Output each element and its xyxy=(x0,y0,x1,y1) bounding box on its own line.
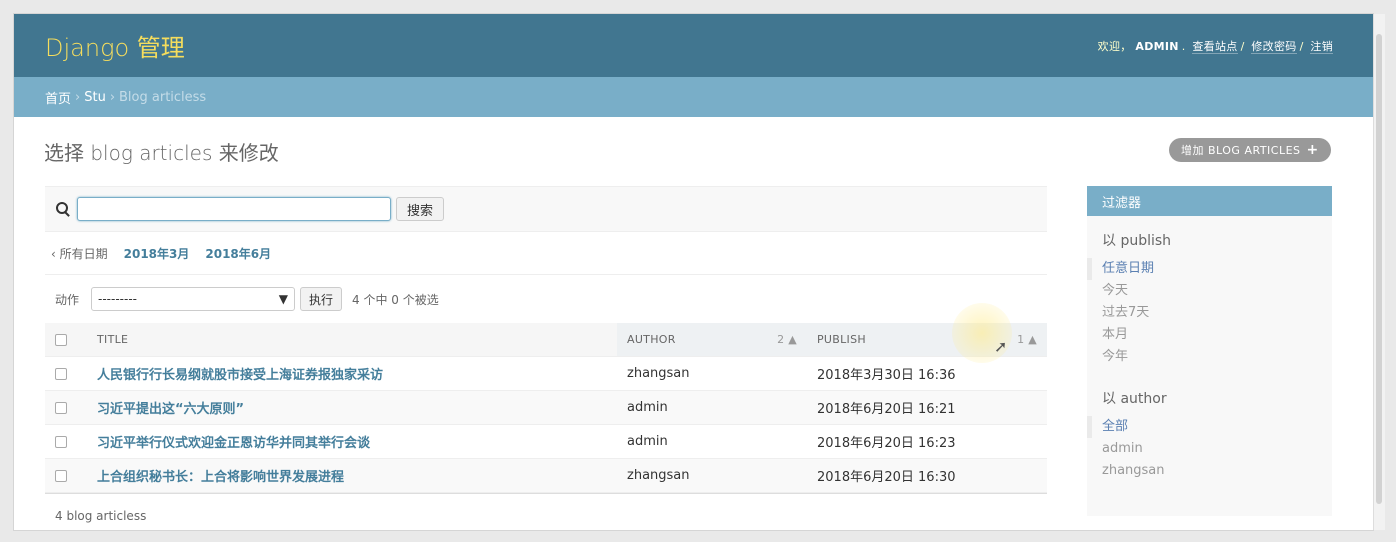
filter-option[interactable]: 今年 xyxy=(1102,346,1332,368)
title-cell: 上合组织秘书长：上合将影响世界发展进程 xyxy=(87,458,617,493)
action-select-value: --------- xyxy=(98,292,137,306)
add-button-label: 增加 BLOG ARTICLES xyxy=(1181,144,1301,157)
changelist: 搜索 ‹ 所有日期 2018年3月 2018年6月 动作 --------- ▼… xyxy=(45,186,1047,530)
page-title: 选择 blog articles 来修改 xyxy=(44,141,279,165)
table-row: 习近平提出这“六大原则” admin 2018年6月20日 16:21 xyxy=(45,390,1047,425)
date-link-2018-06[interactable]: 2018年6月 xyxy=(205,245,271,262)
column-publish-label: PUBLISH xyxy=(817,333,866,346)
filter-list-author: 全部 admin zhangsan xyxy=(1087,416,1332,488)
vertical-scrollbar[interactable] xyxy=(1373,14,1385,530)
welcome-text: 欢迎， xyxy=(1097,39,1132,53)
publish-sort-indicator[interactable]: 1 ▲ xyxy=(1017,333,1037,346)
action-counter: 4 个中 0 个被选 xyxy=(352,292,439,307)
column-title-label: TITLE xyxy=(97,333,129,346)
search-icon xyxy=(55,201,71,217)
filter-option[interactable]: 本月 xyxy=(1102,324,1332,346)
content-area: 选择 blog articles 来修改 增加 BLOG ARTICLES + … xyxy=(14,117,1373,530)
plus-icon: + xyxy=(1306,142,1319,158)
dropdown-arrow-icon: ▼ xyxy=(278,292,289,306)
row-checkbox[interactable] xyxy=(55,401,67,414)
actions-label: 动作 xyxy=(55,292,80,307)
filter-heading-author: 以 author xyxy=(1102,391,1167,407)
row-checkbox[interactable] xyxy=(55,469,67,482)
filter-heading-publish: 以 publish xyxy=(1102,233,1172,249)
select-all-header xyxy=(45,323,87,357)
row-checkbox-cell xyxy=(45,458,87,493)
title-cell: 习近平提出这“六大原则” xyxy=(87,390,617,425)
title-cell: 人民银行行长易纲就股市接受上海证券报独家采访 xyxy=(87,356,617,391)
breadcrumb: 首页 › Stu › Blog articless xyxy=(14,77,1373,117)
column-author-header[interactable]: AUTHOR 2 ▲ xyxy=(617,323,807,357)
filter-panel: 过滤器 以 publish 任意日期 今天 过去7天 本月 今年 以 autho… xyxy=(1087,186,1332,516)
filter-option[interactable]: zhangsan xyxy=(1102,460,1332,482)
article-link[interactable]: 上合组织秘书长：上合将影响世界发展进程 xyxy=(97,470,344,485)
table-row: 上合组织秘书长：上合将影响世界发展进程 zhangsan 2018年6月20日 … xyxy=(45,458,1047,493)
mouse-cursor-icon: ➚ xyxy=(994,337,1008,356)
admin-header: Django 管理 欢迎， ADMIN. 查看站点 / 修改密码 / 注销 xyxy=(14,14,1373,77)
row-checkbox[interactable] xyxy=(55,435,67,448)
table-row: 习近平举行仪式欢迎金正恩访华并同其举行会谈 admin 2018年6月20日 1… xyxy=(45,424,1047,459)
filter-option[interactable]: 任意日期 xyxy=(1087,258,1332,280)
publish-cell: 2018年6月20日 16:30 xyxy=(807,458,1047,493)
article-link[interactable]: 习近平提出这“六大原则” xyxy=(97,402,244,417)
date-hierarchy: ‹ 所有日期 2018年3月 2018年6月 xyxy=(45,232,1047,275)
search-input[interactable] xyxy=(77,197,391,221)
author-sort-indicator[interactable]: 2 ▲ xyxy=(777,333,797,346)
publish-cell: 2018年6月20日 16:23 xyxy=(807,424,1047,459)
username: ADMIN xyxy=(1135,39,1179,53)
author-cell: admin xyxy=(617,390,807,425)
logout-link[interactable]: 注销 xyxy=(1310,39,1333,54)
search-button[interactable]: 搜索 xyxy=(396,197,445,221)
publish-cell: 2018年6月20日 16:21 xyxy=(807,390,1047,425)
date-link-2018-03[interactable]: 2018年3月 xyxy=(124,245,190,262)
select-all-checkbox[interactable] xyxy=(55,334,67,346)
publish-cell: 2018年3月30日 16:36 xyxy=(807,356,1047,391)
add-article-button[interactable]: 增加 BLOG ARTICLES + xyxy=(1169,138,1331,162)
article-link[interactable]: 人民银行行长易纲就股市接受上海证券报独家采访 xyxy=(97,368,383,383)
filter-option[interactable]: 今天 xyxy=(1102,280,1332,302)
site-branding[interactable]: Django 管理 xyxy=(45,28,185,63)
title-cell: 习近平举行仪式欢迎金正恩访华并同其举行会谈 xyxy=(87,424,617,459)
view-site-link[interactable]: 查看站点 xyxy=(1192,39,1238,54)
author-cell: zhangsan xyxy=(617,458,807,493)
column-author-label: AUTHOR xyxy=(627,333,676,346)
actions-bar: 动作 --------- ▼ 执行 4 个中 0 个被选 xyxy=(45,275,1047,323)
action-select[interactable]: --------- ▼ xyxy=(91,287,296,311)
table-header-row: TITLE AUTHOR 2 ▲ PUBLISH 1 ▲ xyxy=(45,323,1047,357)
change-password-link[interactable]: 修改密码 xyxy=(1251,39,1297,54)
results-table: TITLE AUTHOR 2 ▲ PUBLISH 1 ▲ 人民银行行长易纲就股市… xyxy=(45,323,1047,493)
user-tools: 欢迎， ADMIN. 查看站点 / 修改密码 / 注销 xyxy=(1097,39,1333,54)
breadcrumb-separator: › xyxy=(109,89,116,105)
filter-list-publish: 任意日期 今天 过去7天 本月 今年 xyxy=(1087,258,1332,374)
row-checkbox[interactable] xyxy=(55,367,67,380)
date-all-link[interactable]: ‹ 所有日期 xyxy=(51,245,108,262)
filter-option[interactable]: 过去7天 xyxy=(1102,302,1332,324)
filter-option[interactable]: 全部 xyxy=(1087,416,1332,438)
article-link[interactable]: 习近平举行仪式欢迎金正恩访华并同其举行会谈 xyxy=(97,436,370,451)
breadcrumb-app[interactable]: Stu xyxy=(84,90,106,105)
column-title-header[interactable]: TITLE xyxy=(87,323,617,357)
breadcrumb-separator: › xyxy=(75,89,81,105)
filter-title: 过滤器 xyxy=(1087,186,1332,216)
author-cell: zhangsan xyxy=(617,356,807,391)
table-row: 人民银行行长易纲就股市接受上海证券报独家采访 zhangsan 2018年3月3… xyxy=(45,356,1047,391)
paginator: 4 blog articless xyxy=(45,493,1047,530)
action-go-button[interactable]: 执行 xyxy=(300,287,343,311)
row-checkbox-cell xyxy=(45,390,87,425)
row-checkbox-cell xyxy=(45,356,87,391)
breadcrumb-current: Blog articless xyxy=(119,89,207,105)
browser-viewport: Django 管理 欢迎， ADMIN. 查看站点 / 修改密码 / 注销 首页 ›… xyxy=(14,14,1373,530)
breadcrumb-home[interactable]: 首页 xyxy=(45,88,71,107)
scrollbar-thumb[interactable] xyxy=(1376,34,1382,504)
row-checkbox-cell xyxy=(45,424,87,459)
filter-option[interactable]: admin xyxy=(1102,438,1332,460)
search-toolbar: 搜索 xyxy=(45,186,1047,232)
author-cell: admin xyxy=(617,424,807,459)
